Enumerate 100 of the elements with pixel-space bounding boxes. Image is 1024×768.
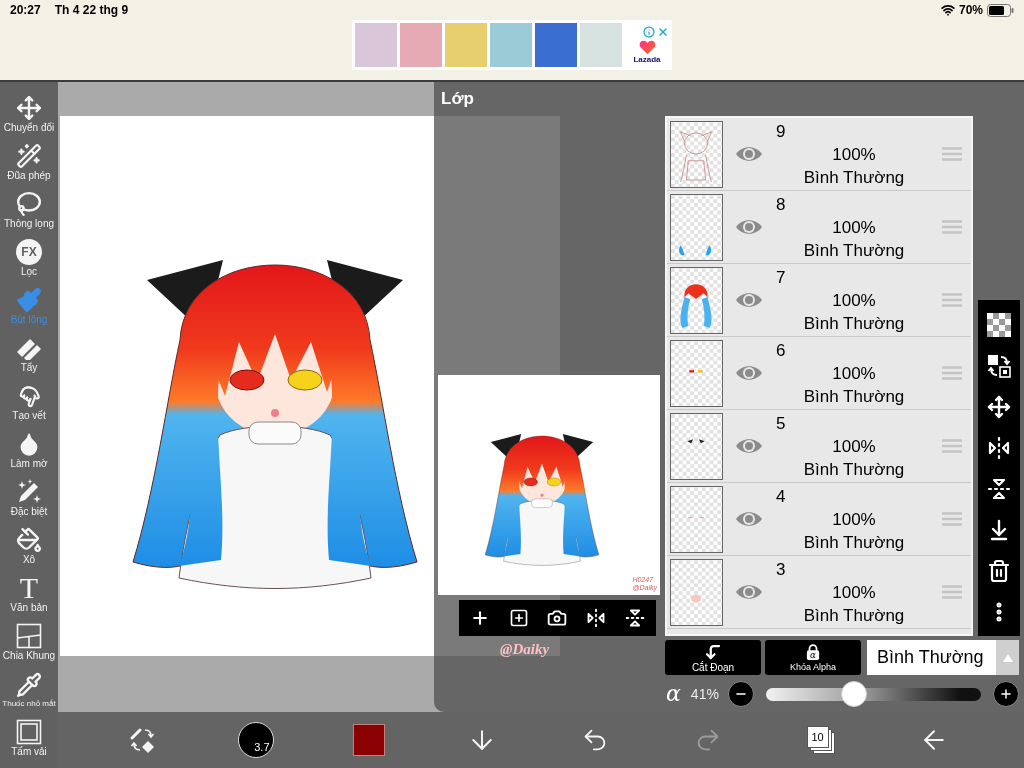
photo-placeholder <box>355 23 397 67</box>
blur-tool-button[interactable]: Làm mờ <box>0 426 58 474</box>
layer-row[interactable]: 5 100% Bình Thường <box>667 410 971 483</box>
layer-blend-mode: Bình Thường <box>803 312 905 335</box>
drag-handle-icon[interactable] <box>942 147 962 161</box>
eye-icon[interactable] <box>735 218 763 236</box>
trash-icon[interactable] <box>987 558 1011 583</box>
photo-placeholder <box>580 23 622 67</box>
drag-handle-icon[interactable] <box>942 293 962 307</box>
alpha-symbol: α <box>666 683 681 705</box>
layer-row[interactable]: 4 100% Bình Thường <box>667 483 971 556</box>
paintbrush-icon <box>16 287 42 313</box>
move-icon[interactable] <box>987 394 1011 419</box>
eye-icon[interactable] <box>735 437 763 455</box>
magic-wand-icon <box>16 143 42 169</box>
filter-icon: FX <box>16 239 42 265</box>
eye-icon[interactable] <box>735 583 763 601</box>
layer-row[interactable]: 9 100% Bình Thường <box>667 118 971 191</box>
canvas-icon <box>16 719 42 745</box>
wand-tool-button[interactable]: Đũa phép <box>0 138 58 186</box>
drag-handle-icon[interactable] <box>942 220 962 234</box>
layer-opacity: 100% <box>832 362 876 385</box>
layer-opacity: 100% <box>832 435 876 458</box>
layer-row[interactable]: 8 100% Bình Thường <box>667 191 971 264</box>
plus-icon <box>998 687 1013 701</box>
frame-tool-button[interactable]: Chia Khung <box>0 618 58 666</box>
flip-horizontal-icon[interactable] <box>586 608 607 628</box>
decrease-opacity-button[interactable] <box>727 681 754 707</box>
status-time: 20:27 <box>10 2 41 19</box>
layer-row[interactable]: 6 100% Bình Thường <box>667 337 971 410</box>
lasso-tool-button[interactable]: Thòng lọng <box>0 186 58 234</box>
flip-horizontal-icon[interactable] <box>987 435 1011 460</box>
add-layer-icon[interactable] <box>508 608 529 628</box>
color-swatch[interactable] <box>352 724 385 756</box>
drag-handle-icon[interactable] <box>942 366 962 380</box>
layer-opacity: 100% <box>832 581 876 604</box>
layer-row[interactable]: 3 100% Bình Thường <box>667 556 971 629</box>
bucket-tool-button[interactable]: Xô <box>0 522 58 570</box>
layer-blend-mode: Bình Thường <box>803 239 905 262</box>
layer-blend-mode: Bình Thường <box>803 604 905 627</box>
smudge-tool-button[interactable]: Tạo vết <box>0 378 58 426</box>
thumbnail-drawing <box>670 193 723 261</box>
brush-eraser-swap-icon[interactable] <box>128 726 157 754</box>
lasso-icon <box>16 191 42 217</box>
layer-opacity: 100% <box>832 216 876 239</box>
layer-number: 8 <box>776 193 786 216</box>
eye-icon[interactable] <box>735 145 763 163</box>
layer-number: 7 <box>776 266 786 289</box>
eyedropper-tool-button[interactable]: Thuốc nhỏ mắt <box>0 666 58 714</box>
eraser-tool-button[interactable]: Tẩy <box>0 330 58 378</box>
layer-opacity: 100% <box>832 143 876 166</box>
move-icon <box>16 95 42 121</box>
layers-button[interactable]: 10 <box>806 726 835 754</box>
layer-blend-mode: Bình Thường <box>803 531 905 554</box>
corner-arrow-icon <box>704 642 722 661</box>
layer-number: 5 <box>776 412 786 435</box>
photo-placeholder <box>400 23 442 67</box>
flip-vertical-icon[interactable] <box>987 476 1011 501</box>
photo-placeholder <box>535 23 577 67</box>
flip-vertical-icon[interactable] <box>624 608 645 628</box>
drag-handle-icon[interactable] <box>942 585 962 599</box>
blend-mode-dropdown[interactable]: Bình Thường <box>867 640 1019 675</box>
layer-blend-mode: Bình Thường <box>803 385 905 408</box>
brush-size-button[interactable]: 3.7 <box>237 722 274 758</box>
filter-tool-button[interactable]: FX Lọc <box>0 234 58 282</box>
layer-number: 3 <box>776 558 786 581</box>
layer-opacity: 100% <box>832 289 876 312</box>
thumbnail-drawing <box>670 485 723 553</box>
thumbnail-drawing <box>670 339 723 407</box>
clip-button[interactable]: Cắt Đoạn <box>665 640 761 675</box>
layer-row[interactable]: 7 100% Bình Thường <box>667 264 971 337</box>
eye-icon[interactable] <box>735 364 763 382</box>
text-tool-icon: T <box>19 575 39 601</box>
wifi-icon <box>940 3 955 17</box>
slider-thumb[interactable] <box>841 681 868 707</box>
close-icon[interactable] <box>657 25 669 38</box>
move-tool-button[interactable]: Chuyển đổi <box>0 90 58 138</box>
increase-opacity-button[interactable] <box>992 681 1019 707</box>
checkerboard-icon[interactable] <box>987 312 1011 337</box>
opacity-slider[interactable] <box>765 681 981 707</box>
alpha-lock-button[interactable]: α Khóa Alpha <box>765 640 861 675</box>
camera-icon[interactable] <box>547 608 568 628</box>
canvas-tool-button[interactable]: Tấm vải <box>0 714 58 762</box>
battery-icon <box>987 3 1014 17</box>
sparkle-pencil-icon <box>16 479 42 505</box>
photo-placeholder <box>490 23 532 67</box>
info-icon[interactable] <box>643 25 655 38</box>
special-tool-button[interactable]: Đặc biệt <box>0 474 58 522</box>
opacity-reading: 41% <box>690 684 719 704</box>
eye-icon[interactable] <box>735 510 763 528</box>
text-tool-button[interactable]: T Văn bản <box>0 570 58 618</box>
swap-layers-icon[interactable] <box>987 353 1011 378</box>
signature-text: @Daiky <box>500 640 550 659</box>
thumbnail-drawing <box>670 120 723 188</box>
photo-placeholder <box>445 23 487 67</box>
heart-logo-icon <box>638 39 656 55</box>
drag-handle-icon[interactable] <box>942 512 962 526</box>
eye-icon[interactable] <box>735 291 763 309</box>
ad-banner[interactable]: Lazada <box>352 20 672 70</box>
drag-handle-icon[interactable] <box>942 439 962 453</box>
